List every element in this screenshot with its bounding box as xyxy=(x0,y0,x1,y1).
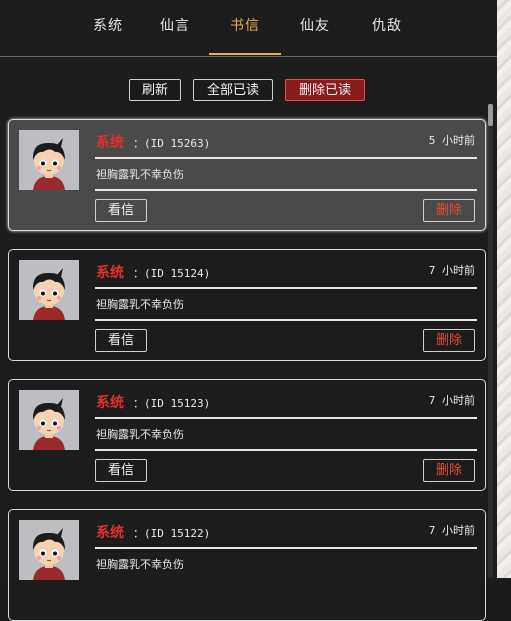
mark-all-read-button[interactable]: 全部已读 xyxy=(193,79,273,101)
scrollbar[interactable] xyxy=(488,104,493,578)
delete-button[interactable]: 删除 xyxy=(423,199,475,222)
tab-enemies[interactable]: 仇敌 xyxy=(351,0,423,55)
delete-read-button[interactable]: 删除已读 xyxy=(285,79,365,101)
avatar xyxy=(19,260,79,320)
action-bar: 刷新 全部已读 删除已读 xyxy=(0,79,497,103)
divider xyxy=(95,157,477,159)
divider xyxy=(95,287,477,289)
message-preview: 袒胸露乳不幸负伤 xyxy=(96,168,184,181)
message-time: 7 小时前 xyxy=(428,524,475,537)
sender-id: ：(ID 15263) xyxy=(133,137,211,150)
tab-letters[interactable]: 书信 xyxy=(209,0,281,55)
mail-panel: 系统 仙言 书信 仙友 仇敌 刷新 全部已读 删除已读 系统 ：(ID 1526… xyxy=(0,0,497,621)
tab-system[interactable]: 系统 xyxy=(72,0,144,55)
divider xyxy=(95,319,477,321)
divider xyxy=(95,547,477,549)
sender-name: 系统 xyxy=(96,135,124,151)
avatar-portrait-icon xyxy=(19,260,79,320)
divider xyxy=(95,417,477,419)
sender-id: ：(ID 15124) xyxy=(133,267,211,280)
delete-button[interactable]: 删除 xyxy=(423,459,475,482)
message-card[interactable]: 系统 ：(ID 15123) 7 小时前 袒胸露乳不幸负伤 看信 删除 xyxy=(8,379,486,491)
sender-id: ：(ID 15123) xyxy=(133,397,211,410)
message-time: 7 小时前 xyxy=(428,394,475,407)
avatar-portrait-icon xyxy=(19,520,79,580)
message-card[interactable]: 系统 ：(ID 15124) 7 小时前 袒胸露乳不幸负伤 看信 删除 xyxy=(8,249,486,361)
avatar xyxy=(19,130,79,190)
delete-button[interactable]: 删除 xyxy=(423,329,475,352)
tab-friends[interactable]: 仙友 xyxy=(279,0,351,55)
sender-name: 系统 xyxy=(96,265,124,281)
sender-name: 系统 xyxy=(96,395,124,411)
avatar xyxy=(19,390,79,450)
divider xyxy=(95,189,477,191)
divider xyxy=(95,449,477,451)
message-preview: 袒胸露乳不幸负伤 xyxy=(96,428,184,441)
tab-immortal-words[interactable]: 仙言 xyxy=(139,0,211,55)
read-letter-button[interactable]: 看信 xyxy=(95,329,147,352)
message-card[interactable]: 系统 ：(ID 15263) 5 小时前 袒胸露乳不幸负伤 看信 删除 xyxy=(8,119,486,231)
background-paper xyxy=(497,0,511,578)
message-preview: 袒胸露乳不幸负伤 xyxy=(96,298,184,311)
message-card[interactable]: 系统 ：(ID 15122) 7 小时前 袒胸露乳不幸负伤 xyxy=(8,509,486,621)
avatar xyxy=(19,520,79,580)
sender-name: 系统 xyxy=(96,525,124,541)
tab-bar: 系统 仙言 书信 仙友 仇敌 xyxy=(0,0,497,57)
avatar-portrait-icon xyxy=(19,130,79,190)
avatar-portrait-icon xyxy=(19,390,79,450)
message-time: 7 小时前 xyxy=(428,264,475,277)
message-preview: 袒胸露乳不幸负伤 xyxy=(96,558,184,571)
read-letter-button[interactable]: 看信 xyxy=(95,459,147,482)
message-time: 5 小时前 xyxy=(428,134,475,147)
refresh-button[interactable]: 刷新 xyxy=(129,79,181,101)
sender-id: ：(ID 15122) xyxy=(133,527,211,540)
read-letter-button[interactable]: 看信 xyxy=(95,199,147,222)
scrollbar-thumb[interactable] xyxy=(488,104,493,126)
